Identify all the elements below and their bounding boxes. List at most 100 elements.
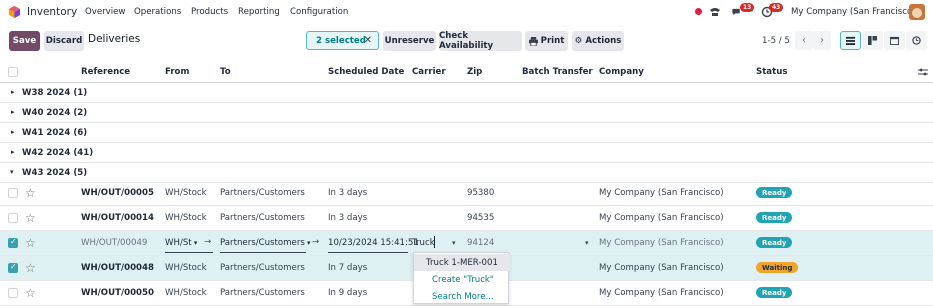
gear-icon: ⚙ (574, 36, 583, 46)
check-availability-button[interactable]: Check Availability (439, 31, 522, 51)
pager-previous-button[interactable]: ‹ (795, 31, 813, 50)
menu-overview[interactable]: Overview (85, 7, 125, 17)
carrier-input[interactable]: Truck (412, 238, 435, 248)
zip-cell: 94535 (467, 213, 495, 223)
optional-columns-toggle-icon[interactable] (918, 67, 928, 77)
table-row[interactable]: ☆ WH/OUT/00005 WH/Stock Partners/Custome… (0, 181, 933, 206)
col-from[interactable]: From (165, 67, 189, 77)
select-all-checkbox[interactable] (8, 67, 18, 77)
discard-button[interactable]: Discard (44, 31, 84, 51)
dropdown-option-truck[interactable]: Truck 1-MER-001 (414, 254, 510, 271)
to-cell: Partners/Customers (220, 213, 305, 223)
save-button[interactable]: Save (9, 31, 40, 51)
row-checkbox-checked[interactable]: ✓ (8, 237, 18, 248)
pager-value[interactable]: 1-5 / 5 (762, 36, 790, 46)
calendar-view-icon (890, 36, 899, 45)
from-cell: WH/Stock (165, 263, 207, 273)
checkmark-icon: ✓ (10, 262, 17, 271)
date-field-underline (328, 252, 408, 253)
unreserve-button[interactable]: Unreserve (383, 31, 436, 51)
print-label: Print (540, 36, 565, 46)
reference-cell: WH/OUT/00049 (81, 238, 148, 248)
group-row-expanded[interactable]: ▾ W43 2024 (5) (0, 163, 933, 183)
print-button[interactable]: Print (525, 31, 568, 51)
calendar-view-button[interactable] (884, 31, 905, 50)
group-label: W40 2024 (2) (22, 108, 88, 118)
star-icon[interactable]: ☆ (25, 261, 36, 275)
col-scheduled-date[interactable]: Scheduled Date (328, 67, 404, 77)
menu-operations[interactable]: Operations (134, 7, 181, 17)
status-dot-icon (695, 8, 702, 15)
scheduled-date-field[interactable]: 10/23/2024 15:41:51 (328, 238, 419, 248)
clock-icon (912, 36, 921, 45)
scheduled-cell: In 7 days (328, 263, 368, 273)
checkmark-icon: ✓ (10, 237, 17, 246)
company-cell: My Company (San Francisco) (599, 238, 724, 248)
breadcrumb: Deliveries (88, 33, 141, 45)
unselect-close-icon[interactable]: ✕ (364, 35, 372, 46)
reference-cell: WH/OUT/00014 (81, 213, 154, 223)
kanban-view-button[interactable] (862, 31, 883, 50)
star-icon[interactable]: ☆ (25, 286, 36, 300)
caret-right-icon: ▸ (11, 88, 15, 96)
from-field-underline (165, 252, 213, 253)
col-reference[interactable]: Reference (81, 67, 130, 77)
caret-right-icon: ▸ (11, 128, 15, 136)
col-company[interactable]: Company (599, 67, 644, 77)
col-carrier[interactable]: Carrier (412, 67, 446, 77)
selected-count-label: 2 selected (316, 35, 366, 46)
inventory-app-icon[interactable] (9, 6, 20, 18)
app-name[interactable]: Inventory (27, 6, 77, 18)
row-checkbox[interactable] (8, 288, 18, 298)
pager-next-button[interactable]: › (813, 31, 831, 50)
dropdown-caret-icon: ▾ (304, 239, 311, 247)
group-row[interactable]: ▸ W40 2024 (2) (0, 103, 933, 123)
actions-label: Actions (585, 36, 622, 46)
batch-dropdown-caret-icon[interactable]: ▾ (585, 239, 589, 247)
caret-right-icon: ▸ (11, 148, 15, 156)
table-header: Reference From To Scheduled Date Carrier… (0, 61, 933, 83)
col-zip[interactable]: Zip (467, 67, 482, 77)
group-row[interactable]: ▸ W42 2024 (41) (0, 143, 933, 163)
row-checkbox-checked[interactable]: ✓ (8, 262, 18, 273)
group-label: W41 2024 (6) (22, 128, 88, 138)
from-cell: WH/Stock (165, 188, 207, 198)
menu-reporting[interactable]: Reporting (238, 7, 280, 17)
chat-count-badge: 13 (740, 3, 755, 12)
group-row[interactable]: ▸ W38 2024 (1) (0, 83, 933, 103)
group-row[interactable]: ▸ W41 2024 (6) (0, 123, 933, 143)
company-switcher[interactable]: My Company (San Francisco) (791, 7, 916, 17)
phone-icon[interactable] (709, 6, 721, 18)
group-label: W42 2024 (41) (22, 148, 94, 158)
menu-products[interactable]: Products (191, 7, 228, 17)
reference-cell: WH/OUT/00050 (81, 288, 154, 298)
row-checkbox[interactable] (8, 213, 18, 223)
star-icon[interactable]: ☆ (25, 211, 36, 225)
actions-button[interactable]: ⚙ Actions (572, 31, 624, 51)
carrier-dropdown-caret-icon[interactable]: ▾ (452, 239, 456, 247)
col-status[interactable]: Status (756, 67, 787, 77)
star-icon[interactable]: ☆ (25, 236, 36, 250)
group-label: W38 2024 (1) (22, 88, 88, 98)
dropdown-search-more[interactable]: Search More... (414, 288, 510, 305)
table-row[interactable]: ☆ WH/OUT/00014 WH/Stock Partners/Custome… (0, 206, 933, 231)
row-checkbox[interactable] (8, 188, 18, 198)
star-icon[interactable]: ☆ (25, 186, 36, 200)
company-cell: My Company (San Francisco) (599, 213, 724, 223)
col-batch-transfer[interactable]: Batch Transfer (522, 67, 593, 77)
dropdown-create-option[interactable]: Create "Truck" (414, 271, 510, 288)
to-cell: Partners/Customers (220, 263, 305, 273)
from-field[interactable]: WH/St ▾ (165, 238, 197, 248)
activity-view-button[interactable] (906, 31, 927, 50)
list-view-button[interactable] (840, 31, 861, 50)
to-cell: Partners/Customers (220, 188, 305, 198)
user-avatar[interactable] (909, 4, 925, 20)
menu-configuration[interactable]: Configuration (290, 7, 348, 17)
col-to[interactable]: To (220, 67, 231, 77)
status-badge: Ready (756, 212, 793, 223)
from-cell: WH/Stock (165, 288, 207, 298)
to-field-underline (220, 252, 306, 253)
list-view-icon (846, 36, 855, 45)
caret-right-icon: ▸ (11, 108, 15, 116)
to-field[interactable]: Partners/Customers ▾ (220, 238, 311, 248)
